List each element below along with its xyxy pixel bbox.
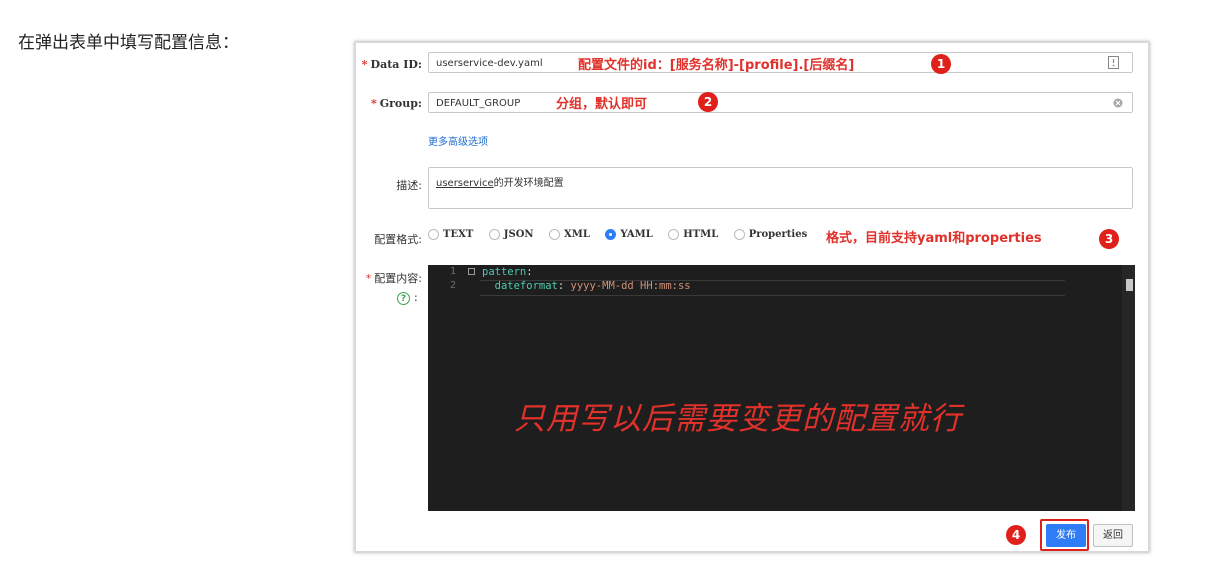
radio-circle bbox=[733, 229, 745, 240]
data-id-label: * Data ID: bbox=[361, 58, 422, 71]
code-line-1: pattern: bbox=[482, 266, 533, 278]
format-option-xml[interactable]: XML bbox=[549, 229, 590, 240]
format-option-properties[interactable]: Properties bbox=[733, 229, 807, 240]
format-label: 配置格式: bbox=[374, 233, 422, 246]
fold-icon[interactable] bbox=[468, 268, 475, 275]
radio-circle bbox=[488, 229, 500, 240]
help-colon: : bbox=[414, 291, 418, 304]
badge-1: 1 bbox=[931, 54, 951, 74]
format-option-html[interactable]: HTML bbox=[668, 229, 718, 240]
format-option-json[interactable]: JSON bbox=[488, 229, 534, 240]
publish-button[interactable]: 发布 bbox=[1046, 524, 1086, 547]
line-gutter: 1 2 bbox=[449, 266, 456, 291]
help-icon[interactable]: ? bbox=[397, 292, 410, 305]
group-input[interactable]: DEFAULT_GROUP bbox=[428, 92, 1133, 113]
annotation-group: 分组，默认即可 bbox=[556, 97, 648, 112]
editor-scrollbar[interactable] bbox=[1122, 265, 1135, 511]
code-line-2: dateformat: yyyy-MM-dd HH:mm:ss bbox=[482, 280, 691, 292]
description-label: 描述: bbox=[396, 179, 422, 192]
scrollbar-thumb[interactable] bbox=[1126, 279, 1133, 291]
annotation-format: 格式，目前支持yaml和properties bbox=[826, 231, 1042, 246]
back-button[interactable]: 返回 bbox=[1093, 524, 1133, 547]
format-option-text[interactable]: TEXT bbox=[428, 229, 473, 240]
id-card-icon[interactable] bbox=[1108, 56, 1119, 69]
format-option-yaml[interactable]: YAML bbox=[605, 229, 653, 240]
badge-3: 3 bbox=[1099, 229, 1119, 249]
group-label: * Group: bbox=[370, 97, 422, 110]
radio-circle-selected bbox=[605, 229, 617, 240]
annotation-data-id: 配置文件的id：[服务名称]-[profile].[后缀名] bbox=[578, 58, 855, 73]
badge-2: 2 bbox=[698, 92, 718, 112]
code-lines: pattern: dateformat: yyyy-MM-dd HH:mm:ss bbox=[482, 265, 691, 293]
content-label: * 配置内容: bbox=[365, 272, 422, 285]
radio-circle bbox=[668, 229, 680, 240]
code-editor[interactable]: 1 2 pattern: dateformat: yyyy-MM-dd HH:m… bbox=[428, 265, 1135, 511]
advanced-options-link[interactable]: 更多高级选项 bbox=[428, 133, 488, 148]
radio-circle bbox=[549, 229, 561, 240]
annotation-overlay: 只用写以后需要变更的配置就行 bbox=[514, 401, 962, 437]
badge-4: 4 bbox=[1006, 525, 1026, 545]
description-textarea[interactable]: userservice的开发环境配置 bbox=[428, 167, 1133, 209]
format-radio-group: TEXT JSON XML YAML HTML Properties bbox=[428, 229, 819, 240]
radio-circle bbox=[428, 229, 439, 240]
clear-icon[interactable] bbox=[1113, 98, 1123, 108]
config-form-panel: * Data ID: userservice-dev.yaml 配置文件的id：[… bbox=[355, 42, 1149, 552]
intro-text: 在弹出表单中填写配置信息： bbox=[18, 33, 239, 53]
